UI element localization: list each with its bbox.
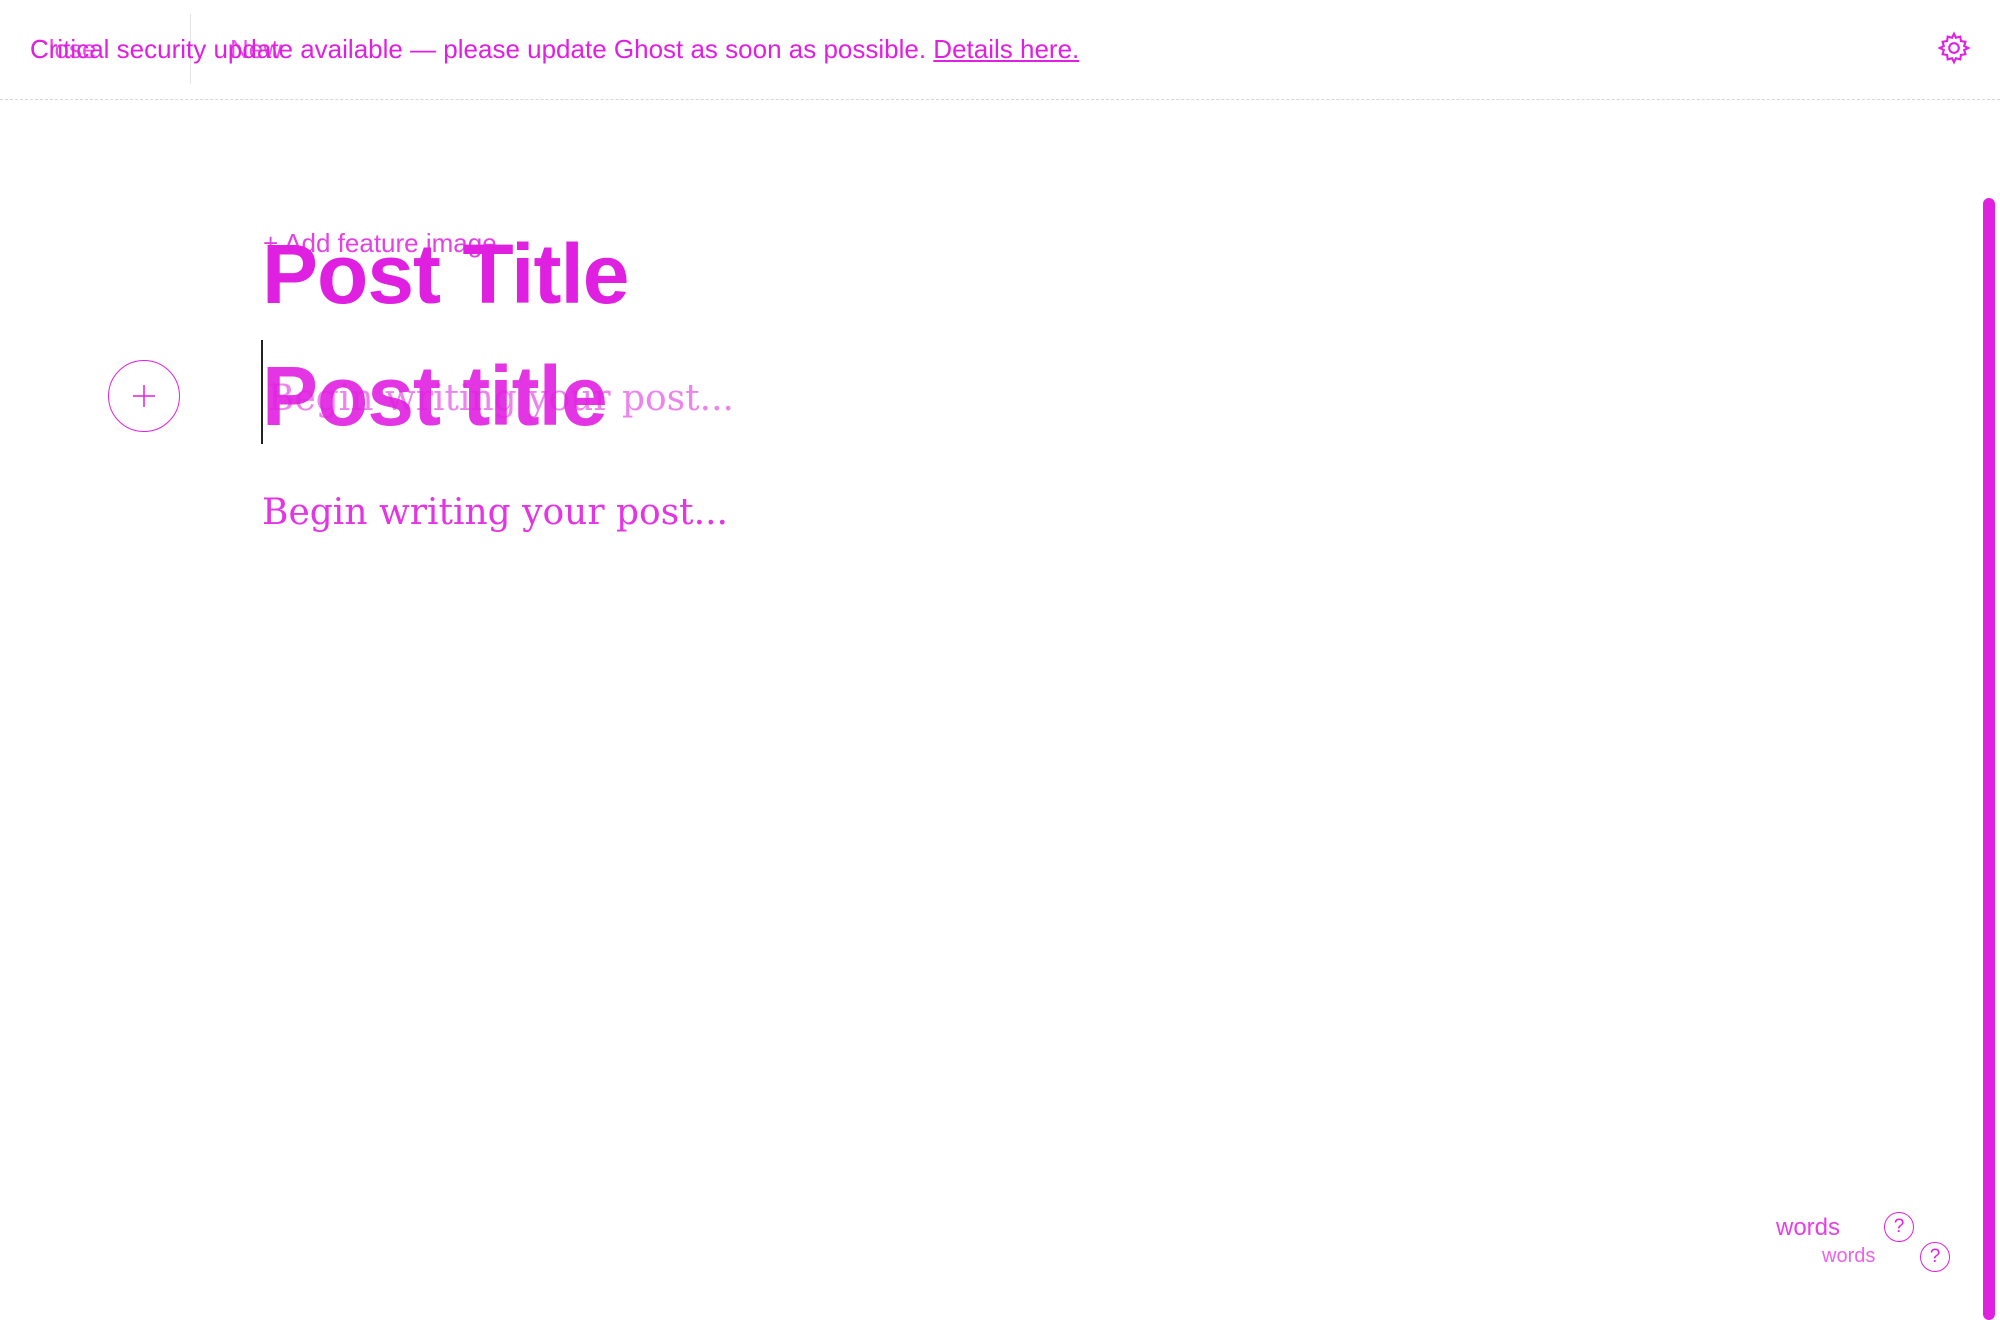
security-update-banner: Critical security update available — ple… [30,34,1079,65]
gear-icon[interactable] [1936,30,1972,66]
question-circle-icon[interactable]: ? [1920,1242,1950,1272]
editor-header: Close New Critical security update avail… [0,0,2000,100]
banner-message: Critical security update available — ple… [30,34,927,64]
plus-circle-icon[interactable] [108,360,180,432]
post-title-heading[interactable]: Post Title [262,232,630,316]
word-count-label: words [1776,1214,1841,1241]
scrollbar[interactable] [1983,198,1995,1320]
banner-details-link[interactable]: Details here. [933,34,1079,64]
text-cursor [261,340,263,444]
body-placeholder-ghost: Begin writing your post... [268,378,734,419]
post-body-editor[interactable]: Begin writing your post... [262,492,728,533]
editor-page: Close New Critical security update avail… [0,0,2000,1320]
question-circle-icon[interactable]: ? [1884,1212,1914,1242]
word-count-label-secondary: words [1822,1245,1876,1267]
